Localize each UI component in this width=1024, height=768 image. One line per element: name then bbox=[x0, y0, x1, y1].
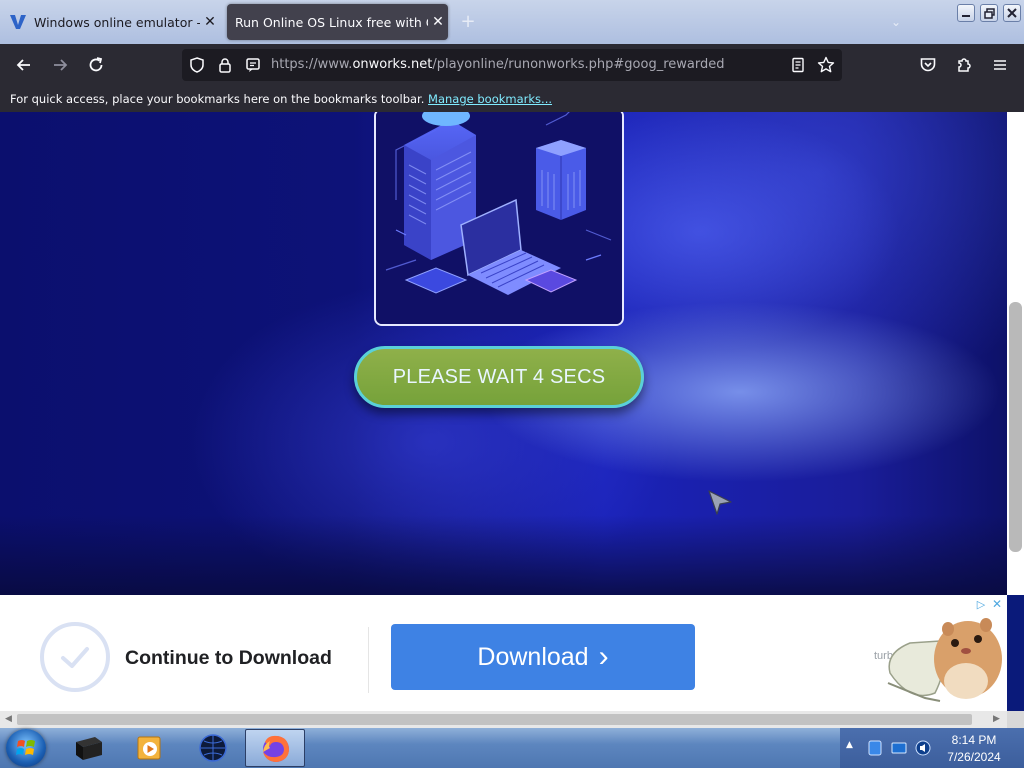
ad-divider bbox=[368, 627, 369, 693]
tab-bar: Windows online emulator - OnW ✕ Run Onli… bbox=[0, 0, 1024, 44]
vertical-scrollbar-thumb[interactable] bbox=[1009, 302, 1022, 552]
taskbar-app-media-player[interactable] bbox=[120, 730, 178, 766]
page-content: PLEASE WAIT 4 SECS bbox=[0, 112, 1007, 595]
horizontal-scrollbar[interactable]: ◀ ▶ bbox=[0, 711, 1007, 728]
taskbar-app-network[interactable] bbox=[184, 730, 242, 766]
start-button[interactable] bbox=[6, 729, 46, 767]
bookmarks-toolbar: For quick access, place your bookmarks h… bbox=[0, 86, 1024, 112]
bookmark-star-icon[interactable] bbox=[816, 55, 836, 75]
app-menu-button[interactable] bbox=[987, 52, 1013, 78]
tab-run-linux[interactable]: Run Online OS Linux free with OnWorks ✕ bbox=[227, 4, 448, 40]
address-bar[interactable]: https://www.onworks.net/playonline/runon… bbox=[182, 49, 842, 81]
media-player-icon bbox=[137, 736, 161, 760]
show-hidden-icons-icon[interactable]: ▲ bbox=[846, 740, 853, 750]
tray-display-icon[interactable] bbox=[890, 739, 908, 757]
reader-view-icon[interactable] bbox=[788, 55, 808, 75]
taskbar: ▲ 8:14 PM 7/26/2024 bbox=[0, 728, 1024, 768]
onworks-favicon bbox=[8, 12, 28, 32]
windows-logo-icon bbox=[16, 740, 35, 755]
close-icon bbox=[1007, 8, 1017, 18]
close-window-button[interactable] bbox=[1003, 4, 1021, 22]
pocket-button[interactable] bbox=[915, 52, 941, 78]
permissions-icon[interactable] bbox=[243, 55, 263, 75]
checkmark-icon bbox=[40, 622, 110, 692]
url-prefix: https://www. bbox=[271, 57, 353, 72]
ad-mascot-image bbox=[887, 618, 1002, 702]
list-all-tabs-icon[interactable]: ⌄ bbox=[884, 10, 908, 34]
reload-icon bbox=[89, 57, 103, 72]
ad-close-icon[interactable]: ✕ bbox=[990, 597, 1004, 611]
ad-banner[interactable]: Continue to Download Download › turbo ▷ … bbox=[0, 595, 1007, 711]
globe-icon bbox=[199, 734, 227, 762]
back-arrow-icon bbox=[16, 59, 30, 71]
extensions-button[interactable] bbox=[951, 52, 977, 78]
forward-arrow-icon bbox=[54, 59, 68, 71]
hamburger-menu-icon bbox=[994, 60, 1006, 70]
terminal-icon bbox=[76, 737, 102, 760]
restore-icon bbox=[983, 7, 995, 19]
tab-close-icon[interactable]: ✕ bbox=[428, 14, 448, 30]
url-path: /playonline/runonworks.php#goog_rewarded bbox=[432, 57, 725, 72]
restore-button[interactable] bbox=[980, 4, 998, 22]
ad-title: Continue to Download bbox=[125, 647, 332, 669]
horizontal-scrollbar-thumb[interactable] bbox=[17, 714, 972, 725]
volume-icon[interactable] bbox=[914, 739, 932, 757]
pocket-icon bbox=[920, 58, 936, 72]
ad-download-button[interactable]: Download › bbox=[391, 624, 695, 690]
firefox-icon bbox=[263, 735, 289, 762]
scrollbar-corner bbox=[1007, 711, 1024, 728]
scroll-right-arrow-icon[interactable]: ▶ bbox=[990, 713, 1003, 726]
vertical-scrollbar[interactable] bbox=[1007, 112, 1024, 595]
new-tab-button[interactable]: + bbox=[456, 10, 480, 34]
please-wait-button[interactable]: PLEASE WAIT 4 SECS bbox=[354, 346, 644, 408]
ad-download-label: Download bbox=[477, 642, 589, 671]
chevron-right-icon: › bbox=[598, 640, 609, 673]
shield-icon[interactable] bbox=[187, 55, 207, 75]
back-button[interactable] bbox=[11, 52, 37, 78]
tab-label: Windows online emulator - OnW bbox=[34, 14, 200, 30]
clock-date[interactable]: 7/26/2024 bbox=[936, 750, 1012, 764]
taskbar-app-firefox[interactable] bbox=[245, 729, 305, 767]
tab-close-icon[interactable]: ✕ bbox=[200, 14, 220, 30]
extensions-icon bbox=[958, 58, 971, 72]
minimize-button[interactable] bbox=[957, 4, 975, 22]
url-text[interactable]: https://www.onworks.net/playonline/runon… bbox=[271, 57, 724, 72]
lock-icon[interactable] bbox=[215, 55, 235, 75]
forward-button[interactable] bbox=[47, 52, 73, 78]
reload-button[interactable] bbox=[83, 52, 109, 78]
url-domain: onworks.net bbox=[352, 57, 433, 72]
tab-label: Run Online OS Linux free with OnWorks bbox=[235, 14, 428, 30]
bookmarks-hint: For quick access, place your bookmarks h… bbox=[10, 92, 425, 106]
server-laptop-illustration bbox=[374, 112, 624, 326]
ad-choices-icon[interactable]: ▷ bbox=[974, 597, 988, 611]
tray-app-icon[interactable] bbox=[866, 739, 884, 757]
mouse-cursor-icon bbox=[708, 490, 732, 515]
scroll-left-arrow-icon[interactable]: ◀ bbox=[2, 713, 15, 726]
navigation-toolbar: https://www.onworks.net/playonline/runon… bbox=[0, 44, 1024, 86]
tab-windows-emulator[interactable]: Windows online emulator - OnW ✕ bbox=[2, 4, 220, 40]
taskbar-app-terminal[interactable] bbox=[60, 730, 118, 766]
clock-time[interactable]: 8:14 PM bbox=[936, 733, 1012, 747]
manage-bookmarks-link[interactable]: Manage bookmarks... bbox=[428, 92, 552, 106]
minimize-icon bbox=[962, 15, 970, 17]
